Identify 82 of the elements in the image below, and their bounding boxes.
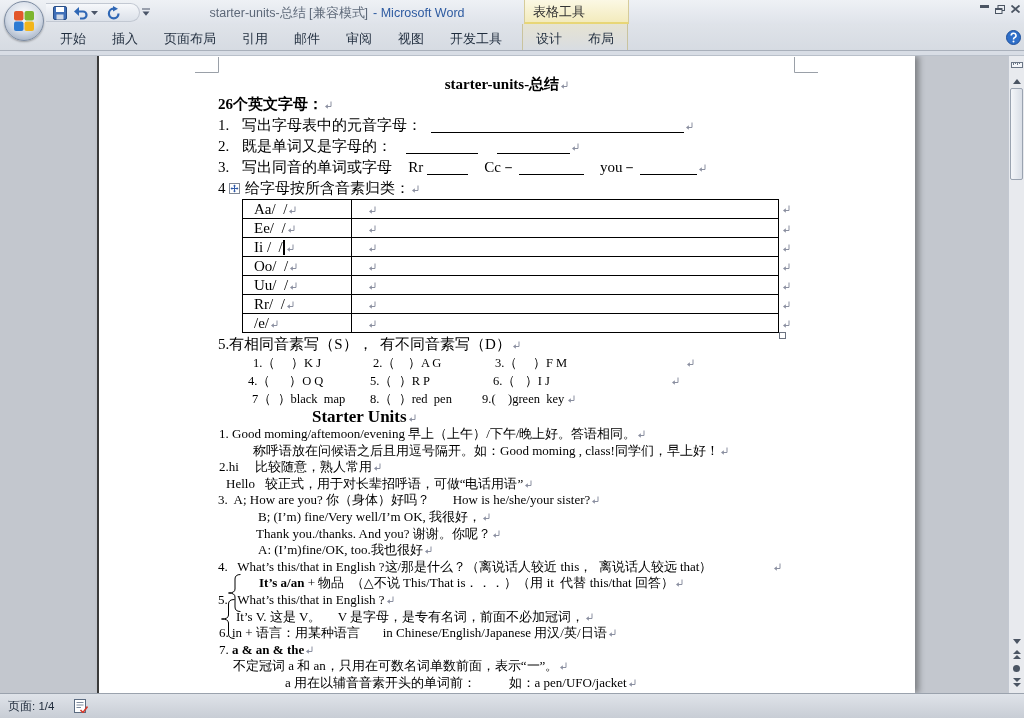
cell-text: Aa/ / — [254, 201, 288, 217]
close-icon[interactable] — [1011, 5, 1020, 13]
note-line: It’s V. 这是 V。 V 是字母，是专有名词，前面不必加冠词， — [236, 608, 585, 624]
ribbon-tab[interactable]: 引用 — [229, 26, 281, 50]
question-text: 写出同音的单词或字母 — [242, 159, 393, 175]
question-text: Rr — [408, 159, 424, 175]
question-text: 给字母按所含音素归类： — [244, 180, 410, 196]
down-arrow-icon[interactable] — [1012, 639, 1021, 644]
ribbon-tab[interactable]: 开发工具 — [437, 26, 515, 50]
question-text: you－ — [599, 159, 638, 175]
exercise-item: 2.（ ）A G — [373, 355, 443, 372]
undo-icon[interactable] — [74, 5, 88, 20]
note-line: 不定冠词 a 和 an，只用在可数名词单数前面，表示“一”。 — [233, 658, 559, 674]
note-line: 1. Good moming/aftemoon/evening 早上（上午）/下午/晚上好。答语相同。 — [219, 426, 637, 441]
cell-text: Uu/ / — [254, 277, 289, 293]
notes-title: Starter Units — [312, 407, 407, 426]
cell-text: Ii / / — [254, 239, 283, 255]
question-text: 写出字母表中的元音字母： — [242, 117, 423, 133]
window-title: starter-units-总结 [兼容模式] — [209, 6, 369, 20]
ribbon-tab[interactable]: 设计 — [523, 26, 575, 50]
redo-icon[interactable] — [107, 5, 121, 20]
note-line: A: (I’m)fine/OK, too.我也很好 — [258, 542, 423, 558]
note-line: a 用在以辅音音素开头的单词前： 如：a pen/UFO/jacket — [285, 674, 627, 690]
double-down-arrow-icon[interactable] — [1012, 678, 1021, 687]
exercise-item: 6.（ ）I J — [493, 373, 551, 390]
cell-text: Rr/ / — [254, 296, 285, 312]
note-line: B; (I’m) fine/Very well/I’m OK, 我很好， — [258, 508, 482, 524]
note-line: 6. in + 语言：用某种语言 in Chinese/English/Japanese 用汉/英/日语 — [219, 625, 607, 641]
note-line: Thank you./thanks. And you? 谢谢。你呢？ — [256, 525, 491, 541]
question-text: Cc－ — [484, 159, 516, 175]
move-arrows-icon[interactable] — [228, 183, 240, 194]
question-number: 2. — [218, 138, 230, 154]
four-squares-icon[interactable] — [13, 10, 35, 32]
document-title: starter-units-总结 — [444, 76, 560, 92]
caret-icon[interactable] — [91, 10, 98, 15]
note-line: It’s a/an + 物品 （△不说 This/That is．．．）（用 it 代替 this/that 回答） — [259, 575, 674, 591]
section-heading: 26个英文字母： — [218, 96, 323, 112]
cell-text: /e/ — [254, 315, 269, 331]
caret-icon[interactable] — [142, 8, 150, 16]
exercise-instruction: 5.有相同音素写（S）， 有不同音素写（D） — [218, 336, 511, 352]
cell-text: Ee/ / — [254, 220, 286, 236]
note-line: 称呼语放在问候语之后且用逗号隔开。如：Good moming , class!同学们，早上好！ — [253, 442, 719, 458]
restore-icon[interactable] — [995, 5, 1005, 14]
ruler-icon[interactable] — [1010, 59, 1023, 71]
exercise-item: 1.（ ）K J — [253, 355, 323, 372]
question-number: 1. — [218, 117, 230, 133]
contextual-tab-group-label: 表格工具 — [524, 0, 629, 24]
question-text: 既是单词又是字母的： — [242, 138, 393, 154]
save-icon[interactable] — [53, 5, 67, 20]
note-line: 5. What’s this/that in English ? — [218, 591, 385, 607]
ribbon-tab[interactable]: 布局 — [575, 26, 627, 50]
cell-text: Oo/ / — [254, 258, 289, 274]
question-number: 4 — [218, 180, 226, 196]
note-line: 3. A; How are you? 你（身体）好吗？ How is he/she/your sister? — [218, 492, 591, 508]
ribbon-tab[interactable]: 邮件 — [281, 26, 333, 50]
exercise-item: 8.（ ）red pen — [370, 391, 453, 408]
help-icon[interactable] — [1006, 29, 1021, 45]
double-up-arrow-icon[interactable] — [1012, 650, 1021, 659]
question-number: 3. — [218, 159, 230, 175]
ribbon-tab[interactable]: 页面布局 — [151, 26, 229, 50]
exercise-item: 9.( )green key — [482, 391, 565, 408]
exercise-item: 3.（ ）F M — [495, 355, 569, 372]
resize-handle-icon[interactable] — [779, 332, 786, 339]
corner-mark-icon — [794, 57, 818, 73]
exercise-item: 7（ ）black map — [252, 391, 347, 408]
note-line: 4. What’s this/that in English ?这/那是什么？（离说话人较近 this， 离说话人较远 that） — [218, 558, 713, 574]
ribbon-tab[interactable]: 视图 — [385, 26, 437, 50]
ribbon-tab[interactable]: 审阅 — [333, 26, 385, 50]
note-line: 2.hi 比较随意，熟人常用 — [219, 459, 373, 475]
scroll-thumb[interactable] — [1010, 88, 1023, 180]
note-line: Hello 较正式，用于对长辈招呼语，可做“电话用语” — [226, 475, 524, 491]
dot-icon[interactable] — [1013, 665, 1020, 672]
ribbon-tab[interactable]: 开始 — [47, 26, 99, 50]
up-arrow-icon[interactable] — [1012, 79, 1021, 84]
app-name: - Microsoft Word — [373, 6, 465, 20]
exercise-item: 4.（ ）O Q — [248, 373, 325, 390]
corner-mark-icon — [195, 57, 219, 73]
page-indicator[interactable]: 页面: 1/4 — [8, 698, 55, 714]
ribbon-tab[interactable]: 插入 — [99, 26, 151, 50]
note-line: 7. a & an & the — [219, 641, 305, 657]
document-check-icon[interactable] — [74, 699, 89, 713]
exercise-item: 5.（ ）R P — [370, 373, 432, 390]
